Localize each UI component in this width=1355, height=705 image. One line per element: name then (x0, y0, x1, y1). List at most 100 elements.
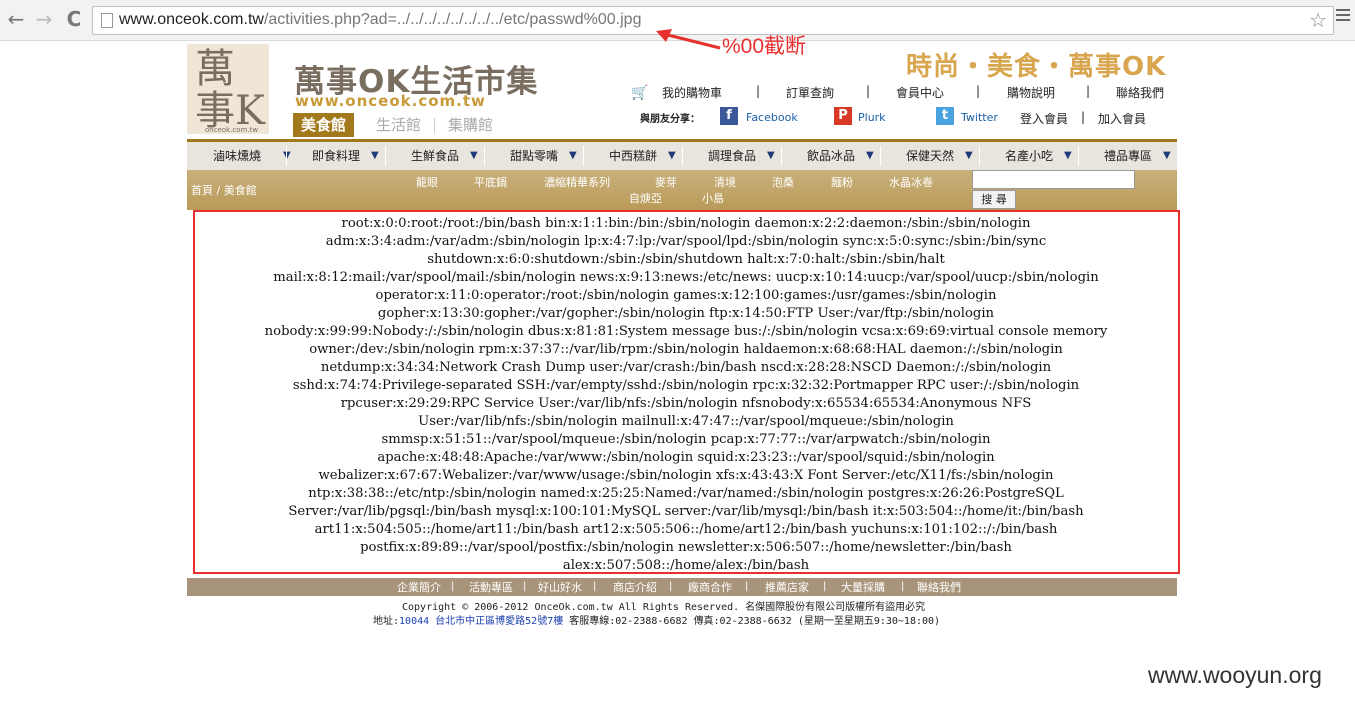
logo-mark: 萬事K (195, 46, 265, 134)
nav-label: 生鮮食品 (411, 149, 460, 163)
nav-divider (682, 146, 683, 166)
sub-nav-item[interactable]: 麵粉 (831, 174, 853, 190)
footer-divider: | (901, 581, 905, 592)
footer-divider: | (745, 581, 749, 592)
nav-label: 滷味燻燒 (213, 149, 262, 163)
dump-line: shutdown:x:6:0:shutdown:/sbin:/sbin/shut… (427, 252, 945, 267)
dump-line: rpcuser:x:29:29:RPC Service User:/var/li… (340, 396, 1032, 411)
tab-food[interactable]: 美食館 (293, 113, 355, 137)
link-separator: | (1081, 110, 1086, 124)
facebook-icon[interactable]: f (720, 107, 738, 125)
search-button[interactable]: 搜 尋 (972, 190, 1016, 209)
sub-nav-item[interactable]: 水晶冰卷 (889, 174, 933, 190)
share-label: 與朋友分享： (640, 114, 700, 125)
nav-item-braised[interactable]: 滷味燻燒▼ (213, 142, 291, 170)
nav-label: 保健天然 (906, 149, 955, 163)
register-link[interactable]: 加入會員 (1098, 110, 1146, 127)
nav-label: 中西糕餅 (609, 149, 658, 163)
passwd-dump: root:x:0:0:root:/root:/bin/bash bin:x:1:… (196, 215, 1176, 575)
nav-item-prepared[interactable]: 調理食品 ▼ (708, 142, 775, 170)
twitter-icon[interactable]: t (936, 107, 954, 125)
nav-item-local-specialties[interactable]: 名產小吃 ▼ (1005, 142, 1072, 170)
footer-link[interactable]: 廠商合作 (688, 579, 732, 595)
nav-item-snacks[interactable]: 甜點零嘴 ▼ (510, 142, 577, 170)
category-nav: 滷味燻燒▼ 即食料理▼ 生鮮食品▼ 甜點零嘴▼ 中西糕餅▼ 調理食品▼ 飲品冰品… (187, 142, 1177, 170)
cart-icon[interactable]: 🛒 (631, 85, 648, 101)
back-button[interactable]: ← (4, 7, 28, 31)
site-logo[interactable]: 萬事K onceok.com.tw (187, 44, 269, 134)
url-text[interactable]: www.onceok.com.tw/activities.php?ad=../.… (119, 11, 641, 29)
url-path: /activities.php?ad=../../../../../../../… (263, 11, 642, 28)
dump-line: alex:x:507:508::/home/alex:/bin/bash (562, 558, 810, 573)
dump-line: adm:x:3:4:adm:/var/adm:/sbin/nologin lp:… (325, 234, 1047, 249)
dump-line: nobody:x:99:99:Nobody:/:/sbin/nologin db… (264, 324, 1108, 339)
search-input[interactable] (972, 170, 1135, 189)
sub-nav-item[interactable]: 濃縮精華系列 (544, 174, 610, 190)
chevron-down-icon: ▼ (767, 150, 775, 161)
login-link[interactable]: 登入會員 (1020, 110, 1068, 127)
nav-item-drinks[interactable]: 飲品冰品 ▼ (807, 142, 874, 170)
dump-line: ntp:x:38:38::/etc/ntp:/sbin/nologin name… (308, 486, 1064, 501)
sub-nav-item[interactable]: 平底鍋 (474, 174, 507, 190)
nav-label: 甜點零嘴 (510, 149, 559, 163)
address-link[interactable]: 10044 台北市中正區博愛路52號7樓 (399, 616, 563, 627)
sub-nav-item[interactable]: 麥芽 (655, 174, 677, 190)
bookmark-star-icon[interactable]: ☆ (1309, 8, 1327, 32)
chevron-down-icon: ▼ (569, 150, 577, 161)
tab-group-buy[interactable]: 集購館 (440, 113, 501, 137)
link-separator: | (1086, 84, 1091, 98)
breadcrumb[interactable]: 首頁 / 美食館 (191, 182, 257, 198)
footer-link[interactable]: 推薦店家 (765, 579, 809, 595)
nav-label: 名產小吃 (1005, 149, 1054, 163)
sub-nav-item[interactable]: 小島 (702, 190, 724, 206)
sub-nav-item[interactable]: 泡桑 (772, 174, 794, 190)
chevron-down-icon: ▼ (1064, 150, 1072, 161)
nav-label: 飲品冰品 (807, 149, 856, 163)
footer-link[interactable]: 大量採購 (841, 579, 885, 595)
dump-line: operator:x:11:0:operator:/root:/sbin/nol… (375, 288, 997, 303)
dump-line: art11:x:504:505::/home/art11:/bin/bash a… (314, 522, 1058, 537)
sub-nav-item[interactable]: 清境 (714, 174, 736, 190)
reload-button[interactable]: C (62, 7, 86, 31)
dump-line: sshd:x:74:74:Privilege-separated SSH:/va… (292, 378, 1080, 393)
logo-caption: onceok.com.tw (205, 126, 259, 134)
link-shopping-guide[interactable]: 購物說明 (1007, 84, 1055, 101)
link-order-query[interactable]: 訂單查詢 (786, 84, 834, 101)
link-separator: | (976, 84, 981, 98)
nav-label: 即食料理 (312, 149, 361, 163)
share-facebook[interactable]: Facebook (746, 111, 798, 124)
nav-divider (1078, 146, 1079, 166)
footer-nav: 企業簡介 | 活動專區 | 好山好水 | 商店介紹 | 廠商合作 | 推薦店家 … (187, 578, 1177, 596)
browser-menu-icon[interactable] (1336, 9, 1350, 24)
slogan: 時尚・美食・萬事OK (906, 52, 1167, 82)
chevron-down-icon: ▼ (866, 150, 874, 161)
address: 地址:10044 台北市中正區博愛路52號7樓 客服專線:02-2388-668… (373, 612, 940, 627)
dump-line: postfix:x:89:89::/var/spool/postfix:/sbi… (360, 540, 1012, 555)
dump-line: smmsp:x:51:51::/var/spool/mqueue:/sbin/n… (381, 432, 991, 447)
link-member-center[interactable]: 會員中心 (896, 84, 944, 101)
plurk-icon[interactable]: P (834, 107, 852, 125)
footer-link[interactable]: 活動專區 (469, 579, 513, 595)
nav-label: 調理食品 (708, 149, 757, 163)
sub-nav-item[interactable]: 龍眼 (416, 174, 438, 190)
footer-link[interactable]: 企業簡介 (397, 579, 441, 595)
nav-item-gifts[interactable]: 禮品專區 ▼ (1104, 142, 1171, 170)
footer-link[interactable]: 商店介紹 (613, 579, 657, 595)
link-separator: | (866, 84, 871, 98)
forward-button[interactable]: → (32, 7, 56, 31)
tab-life[interactable]: 生活館 (368, 113, 429, 137)
nav-item-fresh[interactable]: 生鮮食品 ▼ (411, 142, 478, 170)
nav-item-health[interactable]: 保健天然 ▼ (906, 142, 973, 170)
footer-divider: | (669, 581, 673, 592)
nav-item-ready-meals[interactable]: 即食料理 ▼ (312, 142, 379, 170)
nav-item-pastries[interactable]: 中西糕餅 ▼ (609, 142, 676, 170)
share-plurk[interactable]: Plurk (858, 111, 886, 124)
footer-link[interactable]: 好山好水 (538, 579, 582, 595)
sub-nav-item[interactable]: 自焿亞 (629, 190, 662, 206)
nav-divider (979, 146, 980, 166)
link-my-cart[interactable]: 我的購物車 (662, 84, 722, 101)
chevron-down-icon: ▼ (470, 150, 478, 161)
link-contact[interactable]: 聯絡我們 (1116, 84, 1164, 101)
footer-link[interactable]: 聯絡我們 (917, 579, 961, 595)
share-twitter[interactable]: Twitter (961, 111, 998, 124)
